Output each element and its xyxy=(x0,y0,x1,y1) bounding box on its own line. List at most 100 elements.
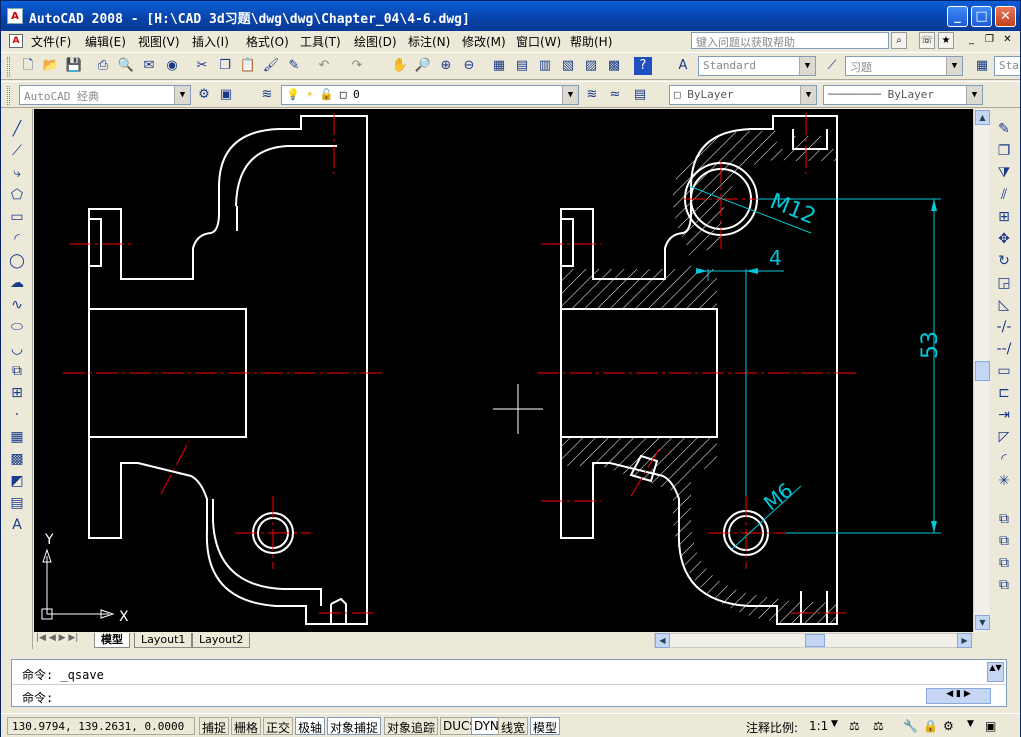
autocad-app-icon[interactable]: A xyxy=(7,8,23,24)
command-scroll-icon[interactable]: ▲▼ xyxy=(987,662,1004,682)
revision-cloud-icon[interactable]: ☁ xyxy=(6,273,28,293)
bring-to-front-icon[interactable]: ⧉ xyxy=(993,531,1015,551)
paste-icon[interactable]: 📋 xyxy=(239,57,257,75)
multiline-text-icon[interactable]: A xyxy=(6,515,28,535)
sheet-set-icon[interactable]: ▧ xyxy=(559,57,577,75)
polygon-icon[interactable]: ⬠ xyxy=(6,185,28,205)
polar-toggle[interactable]: 极轴 xyxy=(295,717,326,735)
properties-icon[interactable]: ▦ xyxy=(490,57,508,75)
erase-icon[interactable]: ✎ xyxy=(993,119,1015,139)
menu-window[interactable]: 窗口(W) xyxy=(516,33,561,50)
command-window[interactable]: 命令: _qsave 命令: ▲▼ ◀ ▮ ▶ xyxy=(11,659,1007,707)
menu-modify[interactable]: 修改(M) xyxy=(462,33,506,50)
design-center-icon[interactable]: ▤ xyxy=(513,57,531,75)
join-icon[interactable]: ⇥ xyxy=(993,405,1015,425)
region-icon[interactable]: ◩ xyxy=(6,471,28,491)
linetype-select[interactable]: ──────── ByLayer ▼ xyxy=(823,85,983,105)
print-icon[interactable]: ⎙ xyxy=(94,57,112,75)
zoom-realtime-icon[interactable]: 🔎 xyxy=(414,57,432,75)
scroll-down-icon[interactable]: ▼ xyxy=(975,615,990,630)
lineweight-toggle[interactable]: 线宽 xyxy=(498,717,529,735)
explode-icon[interactable]: ✳ xyxy=(993,471,1015,491)
web-icon[interactable]: ◉ xyxy=(163,57,181,75)
document-icon[interactable]: A xyxy=(9,34,23,48)
block-editor-icon[interactable]: ✎ xyxy=(285,57,303,75)
markup-icon[interactable]: ▨ xyxy=(582,57,600,75)
table-style-icon[interactable]: ▦ xyxy=(973,57,991,75)
vertical-scrollbar[interactable]: ▲ ▼ xyxy=(973,109,990,632)
command-prompt[interactable]: 命令: xyxy=(22,689,53,706)
insert-block-icon[interactable]: ⧉ xyxy=(6,361,28,381)
toolbar-grip[interactable] xyxy=(7,86,10,105)
copy-object-icon[interactable]: ❐ xyxy=(993,141,1015,161)
tab-model[interactable]: 模型 xyxy=(94,633,130,648)
zoom-previous-icon[interactable]: ⊖ xyxy=(460,57,478,75)
rectangle-icon[interactable]: ▭ xyxy=(6,207,28,227)
mirror-icon[interactable]: ⧩ xyxy=(993,163,1015,183)
menu-tools[interactable]: 工具(T) xyxy=(300,33,341,50)
make-current-layer-icon[interactable]: ≋ xyxy=(583,86,601,104)
stretch-icon[interactable]: ◺ xyxy=(993,295,1015,315)
tray-settings-icon[interactable]: 🔧 xyxy=(903,719,918,733)
annotation-scale-value[interactable]: 1:1 xyxy=(809,719,828,733)
model-toggle[interactable]: 模型 xyxy=(530,717,561,735)
status-menu-icon[interactable]: ▼ xyxy=(967,719,974,729)
scale-icon[interactable]: ◲ xyxy=(993,273,1015,293)
construction-line-icon[interactable]: ⟋ xyxy=(6,141,28,161)
dim-text-m6[interactable]: M6 xyxy=(759,478,797,515)
publish-icon[interactable]: ✉ xyxy=(140,57,158,75)
clean-screen-icon[interactable]: ▣ xyxy=(985,719,996,733)
close-button[interactable]: ✕ xyxy=(995,6,1016,27)
open-icon[interactable]: 📂 xyxy=(42,57,60,75)
help-search-input[interactable]: 键入问题以获取帮助 xyxy=(691,32,889,49)
gradient-icon[interactable]: ▩ xyxy=(6,449,28,469)
tool-palettes-icon[interactable]: ▥ xyxy=(536,57,554,75)
text-style-select[interactable]: Standard ▼ xyxy=(698,56,816,76)
table-icon[interactable]: ▤ xyxy=(6,493,28,513)
make-block-icon[interactable]: ⊞ xyxy=(6,383,28,403)
save-icon[interactable]: 💾 xyxy=(65,57,83,75)
horizontal-scrollbar[interactable]: ◀ ▶ xyxy=(654,633,972,648)
hatch-icon[interactable]: ▦ xyxy=(6,427,28,447)
annotation-visibility-icon[interactable]: ⚖ xyxy=(849,719,860,733)
scroll-thumb[interactable] xyxy=(975,361,990,381)
command-hscroll[interactable]: ◀ ▮ ▶ xyxy=(926,688,991,704)
dim-style-select[interactable]: 习题 ▼ xyxy=(845,56,963,76)
calculator-icon[interactable]: ▩ xyxy=(605,57,623,75)
dim-text-m12[interactable]: M12 xyxy=(766,189,819,230)
menu-file[interactable]: 文件(F) xyxy=(31,33,71,50)
offset-icon[interactable]: ⫽ xyxy=(993,185,1015,205)
hscroll-thumb[interactable] xyxy=(805,634,825,647)
copy-icon[interactable]: ❐ xyxy=(216,57,234,75)
workspace-select[interactable]: AutoCAD 经典 ▼ xyxy=(19,85,191,105)
dim-style-icon[interactable]: ⟋ xyxy=(823,57,841,75)
match-properties-icon[interactable]: 🖌 xyxy=(262,57,280,75)
draw-order-icon[interactable]: ⧉ xyxy=(993,509,1015,529)
point-icon[interactable]: · xyxy=(6,405,28,425)
arc-icon[interactable]: ◜ xyxy=(6,229,28,249)
scroll-left-icon[interactable]: ◀ xyxy=(655,633,670,648)
coordinate-readout[interactable]: 130.9794, 139.2631, 0.0000 xyxy=(7,717,195,735)
minimize-button[interactable]: _ xyxy=(947,6,968,27)
plot-preview-icon[interactable]: 🔍 xyxy=(117,57,135,75)
move-icon[interactable]: ✥ xyxy=(993,229,1015,249)
fillet-icon[interactable]: ◜ xyxy=(993,449,1015,469)
tab-layout1[interactable]: Layout1 xyxy=(134,633,193,648)
otrack-toggle[interactable]: 对象追踪 xyxy=(384,717,439,735)
table-style-select[interactable]: Sta xyxy=(994,56,1020,76)
new-icon[interactable]: 🗋 xyxy=(19,57,37,75)
ellipse-icon[interactable]: ⬭ xyxy=(6,317,28,337)
cut-icon[interactable]: ✂ xyxy=(193,57,211,75)
zoom-window-icon[interactable]: ⊕ xyxy=(437,57,455,75)
text-style-icon[interactable]: A xyxy=(674,57,692,75)
break-at-point-icon[interactable]: ▭ xyxy=(993,361,1015,381)
grid-toggle[interactable]: 栅格 xyxy=(231,717,262,735)
help-icon[interactable]: ? xyxy=(634,57,652,75)
extend-icon[interactable]: --/ xyxy=(993,339,1015,359)
ortho-toggle[interactable]: 正交 xyxy=(263,717,294,735)
undo-icon[interactable]: ↶ xyxy=(315,57,333,75)
chevron-down-icon[interactable]: ▼ xyxy=(831,719,838,729)
scroll-right-icon[interactable]: ▶ xyxy=(957,633,972,648)
doc-minimize-button[interactable]: _ xyxy=(964,33,979,47)
workspace-settings-icon[interactable]: ⚙ xyxy=(195,86,213,104)
